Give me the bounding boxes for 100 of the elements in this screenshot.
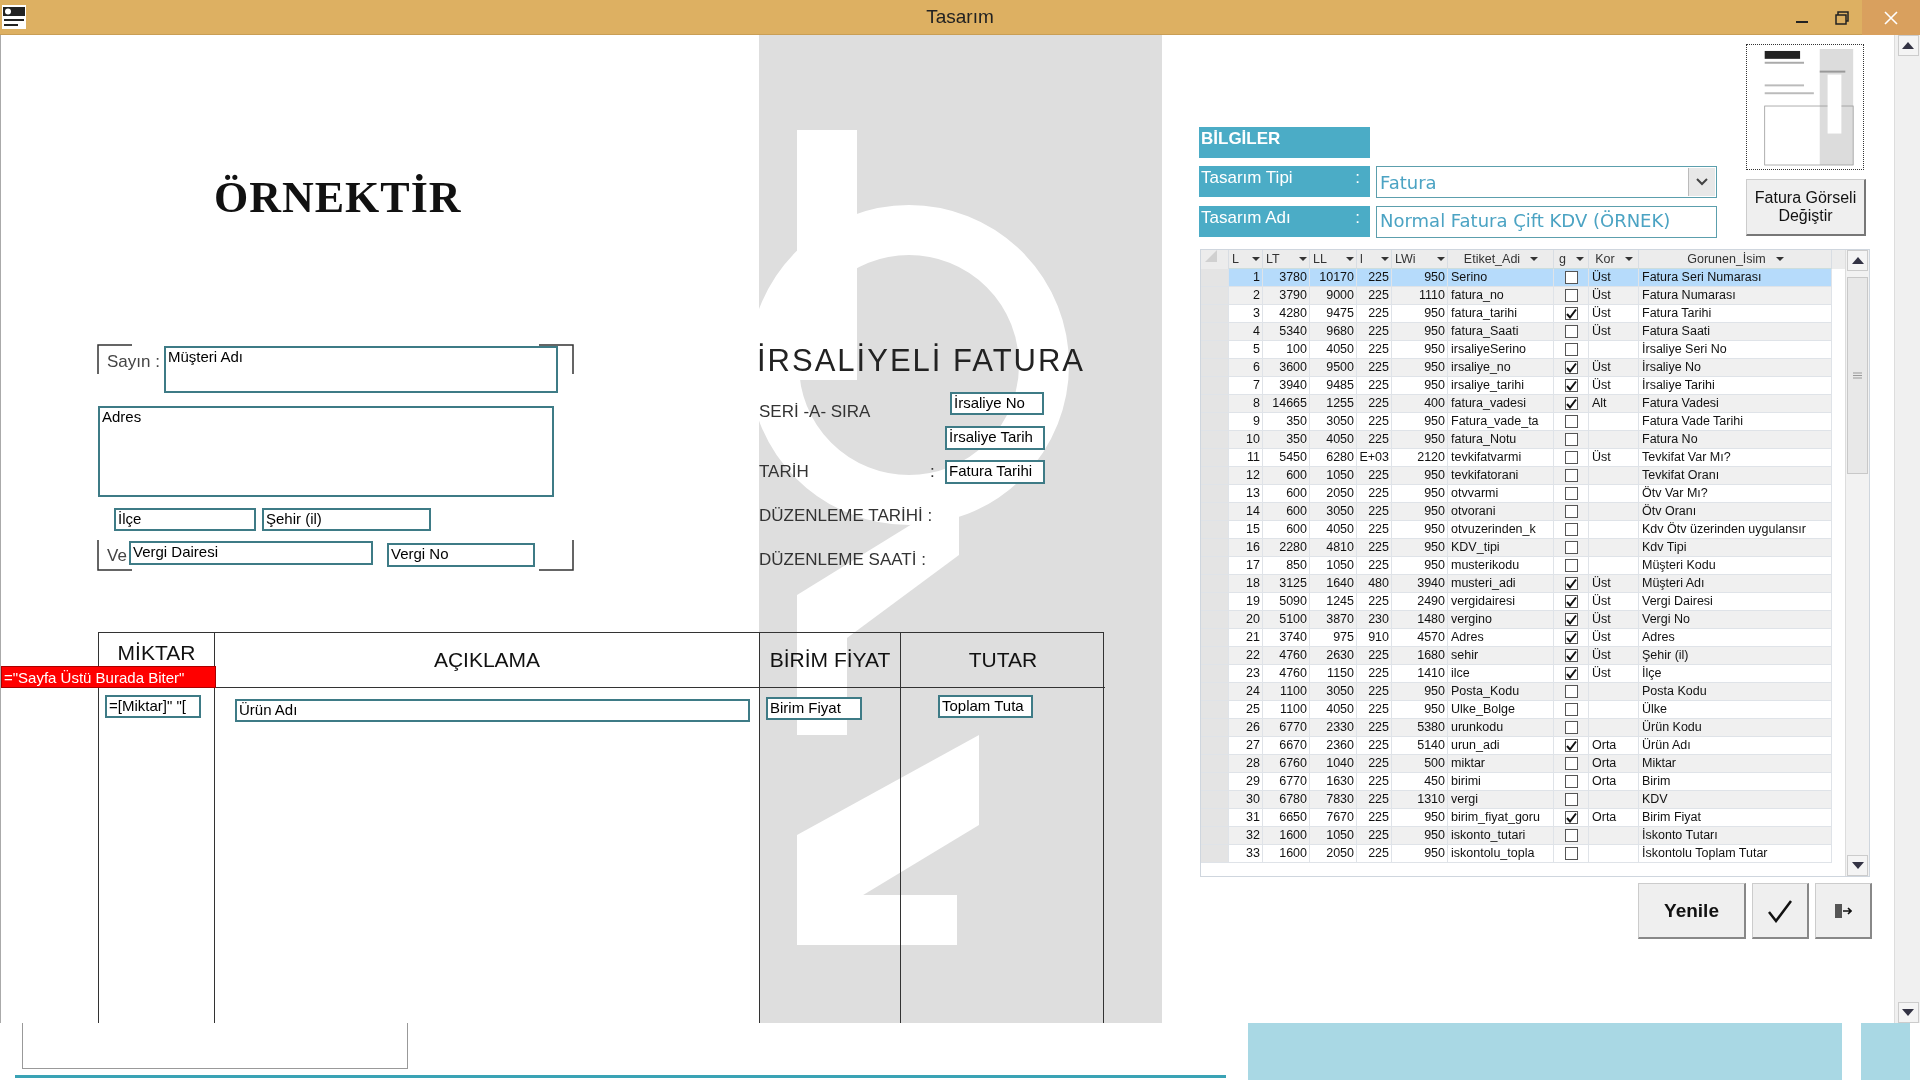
scroll-up-button[interactable] (1847, 250, 1868, 271)
text-field[interactable]: Adres (98, 406, 554, 497)
grid-row[interactable]: 7 3940 9485 225 950 irsaliye_tarihi Üst İrsaliye Tarihi (1201, 377, 1832, 395)
grid-row[interactable]: 32 1600 1050 225 950 iskonto_tutari İskonto Tutarı (1201, 827, 1832, 845)
grid-row[interactable]: 25 1100 4050 225 950 Ulke_Bolge Ülke (1201, 701, 1832, 719)
column-header[interactable]: Kor (1589, 250, 1639, 269)
checkbox[interactable] (1564, 559, 1578, 572)
scrollbar-thumb[interactable] (1847, 277, 1868, 474)
checkbox[interactable] (1564, 595, 1578, 608)
checkbox[interactable] (1564, 775, 1578, 788)
text-field[interactable]: =[Miktar]" "[ (105, 695, 201, 718)
section-marker[interactable]: ="Sayfa Üstü Burada Biter" (1, 666, 216, 688)
checkbox[interactable] (1564, 451, 1578, 464)
checkbox[interactable] (1564, 721, 1578, 734)
grid-row[interactable]: 17 850 1050 225 950 musterikodu Müşteri Kodu (1201, 557, 1832, 575)
checkbox[interactable] (1564, 505, 1578, 518)
grid-row[interactable]: 30 6780 7830 225 1310 vergi KDV (1201, 791, 1832, 809)
checkbox[interactable] (1564, 325, 1578, 338)
grid-row[interactable]: 29 6770 1630 225 450 birimi Orta Birim (1201, 773, 1832, 791)
text-field[interactable]: Müşteri Adı (164, 346, 558, 393)
grid-row[interactable]: 24 1100 3050 225 950 Posta_Kodu Posta Kodu (1201, 683, 1832, 701)
column-header[interactable]: LT (1263, 250, 1310, 269)
text-field[interactable]: İrsaliye Tarih (945, 426, 1045, 450)
column-header[interactable]: g (1554, 250, 1589, 269)
grid-row[interactable]: 20 5100 3870 230 1480 vergino Üst Vergi No (1201, 611, 1832, 629)
checkbox[interactable] (1564, 343, 1578, 356)
grid-row[interactable]: 6 3600 9500 225 950 irsaliye_no Üst İrsaliye No (1201, 359, 1832, 377)
exit-button[interactable] (1815, 883, 1872, 939)
grid-row[interactable]: 8 14665 1255 225 400 fatura_vadesi Alt Fatura Vadesi (1201, 395, 1832, 413)
checkbox[interactable] (1564, 523, 1578, 536)
text-field[interactable]: Şehir (il) (262, 508, 431, 531)
text-field[interactable]: Fatura Tarihi (945, 460, 1045, 484)
change-image-button[interactable]: Fatura Görseli Değiştir (1746, 179, 1866, 236)
text-field[interactable]: İrsaliye No (950, 392, 1044, 415)
checkbox[interactable] (1564, 577, 1578, 590)
grid-row[interactable]: 1 3780 10170 225 950 Serino Üst Fatura Seri Numarası (1201, 269, 1832, 287)
refresh-button[interactable]: Yenile (1638, 883, 1746, 939)
grid-row[interactable]: 4 5340 9680 225 950 fatura_Saati Üst Fatura Saati (1201, 323, 1832, 341)
grid-row[interactable]: 5 100 4050 225 950 irsaliyeSerino İrsaliye Seri No (1201, 341, 1832, 359)
text-field[interactable]: Vergi Dairesi (129, 541, 373, 565)
checkbox[interactable] (1564, 631, 1578, 644)
checkbox[interactable] (1564, 685, 1578, 698)
scroll-down-button[interactable] (1897, 1002, 1919, 1023)
grid-row[interactable]: 13 600 2050 225 950 otvvarmi Ötv Var Mı? (1201, 485, 1832, 503)
text-field[interactable]: Birim Fiyat (766, 697, 862, 720)
checkbox[interactable] (1564, 739, 1578, 752)
checkbox[interactable] (1564, 379, 1578, 392)
grid-row[interactable]: 11 5450 6280 E+03 2120 tevkifatvarmi Üst Tevkifat Var Mı? (1201, 449, 1832, 467)
column-header[interactable]: LL (1310, 250, 1357, 269)
checkbox[interactable] (1564, 829, 1578, 842)
grid-row[interactable]: 18 3125 1640 480 3940 musteri_adi Üst Müşteri Adı (1201, 575, 1832, 593)
grid-row[interactable]: 33 1600 2050 225 950 iskontolu_topla İskontolu Toplam Tutar (1201, 845, 1832, 863)
text-field[interactable]: Ürün Adı (235, 699, 750, 722)
checkbox[interactable] (1564, 397, 1578, 410)
text-field[interactable]: İlçe (114, 508, 256, 531)
column-header[interactable]: Etiket_Adi (1448, 250, 1554, 269)
checkbox[interactable] (1564, 487, 1578, 500)
grid-row[interactable]: 16 2280 4810 225 950 KDV_tipi Kdv Tipi (1201, 539, 1832, 557)
text-field[interactable]: Toplam Tuta (938, 695, 1033, 718)
grid-row[interactable]: 21 3740 975 910 4570 Adres Üst Adres (1201, 629, 1832, 647)
text-field[interactable]: Vergi No (387, 543, 535, 567)
grid-row[interactable]: 27 6670 2360 225 5140 urun_adi Orta Ürün Adı (1201, 737, 1832, 755)
grid-row[interactable]: 19 5090 1245 225 2490 vergidairesi Üst Vergi Dairesi (1201, 593, 1832, 611)
grid-row[interactable]: 31 6650 7670 225 950 birim_fiyat_goru Orta Birim Fiyat (1201, 809, 1832, 827)
checkbox[interactable] (1564, 649, 1578, 662)
scroll-down-button[interactable] (1847, 855, 1868, 876)
checkbox[interactable] (1564, 289, 1578, 302)
checkbox[interactable] (1564, 415, 1578, 428)
checkbox[interactable] (1564, 541, 1578, 554)
checkbox[interactable] (1564, 757, 1578, 770)
checkbox[interactable] (1564, 361, 1578, 374)
grid-row[interactable]: 10 350 4050 225 950 fatura_Notu Fatura No (1201, 431, 1832, 449)
column-header[interactable]: L (1229, 250, 1263, 269)
checkbox[interactable] (1564, 793, 1578, 806)
column-header[interactable]: l (1357, 250, 1392, 269)
checkbox[interactable] (1564, 307, 1578, 320)
checkbox[interactable] (1564, 469, 1578, 482)
grid-row[interactable]: 2 3790 9000 225 1110 fatura_no Üst Fatura Numarası (1201, 287, 1832, 305)
grid-row[interactable]: 3 4280 9475 225 950 fatura_tarihi Üst Fatura Tarihi (1201, 305, 1832, 323)
checkbox[interactable] (1564, 271, 1578, 284)
scroll-up-button[interactable] (1897, 35, 1919, 56)
grid-row[interactable]: 22 4760 2630 225 1680 sehir Üst Şehir (il) (1201, 647, 1832, 665)
grid-row[interactable]: 28 6760 1040 225 500 miktar Orta Miktar (1201, 755, 1832, 773)
checkbox[interactable] (1564, 811, 1578, 824)
grid-row[interactable]: 23 4760 1150 225 1410 ilce Üst İlçe (1201, 665, 1832, 683)
checkbox[interactable] (1564, 433, 1578, 446)
column-header[interactable]: LWi (1392, 250, 1448, 269)
checkbox[interactable] (1564, 703, 1578, 716)
grid-row[interactable]: 9 350 3050 225 950 Fatura_vade_ta Fatura Vade Tarihi (1201, 413, 1832, 431)
column-header[interactable]: Gorunen_İsim (1639, 250, 1832, 269)
form-label: : (930, 462, 935, 482)
checkbox[interactable] (1564, 613, 1578, 626)
grid-row[interactable]: 26 6770 2330 225 5380 urunkodu Ürün Kodu (1201, 719, 1832, 737)
down-arrow-icon (1902, 1009, 1914, 1016)
grid-row[interactable]: 14 600 3050 225 950 otvorani Ötv Oranı (1201, 503, 1832, 521)
grid-row[interactable]: 12 600 1050 225 950 tevkifatorani Tevkifat Oranı (1201, 467, 1832, 485)
confirm-button[interactable] (1752, 883, 1809, 939)
checkbox[interactable] (1564, 667, 1578, 680)
grid-row[interactable]: 15 600 4050 225 950 otvuzerinden_k Kdv Ötv üzerinden uygulansır (1201, 521, 1832, 539)
checkbox[interactable] (1564, 847, 1578, 860)
